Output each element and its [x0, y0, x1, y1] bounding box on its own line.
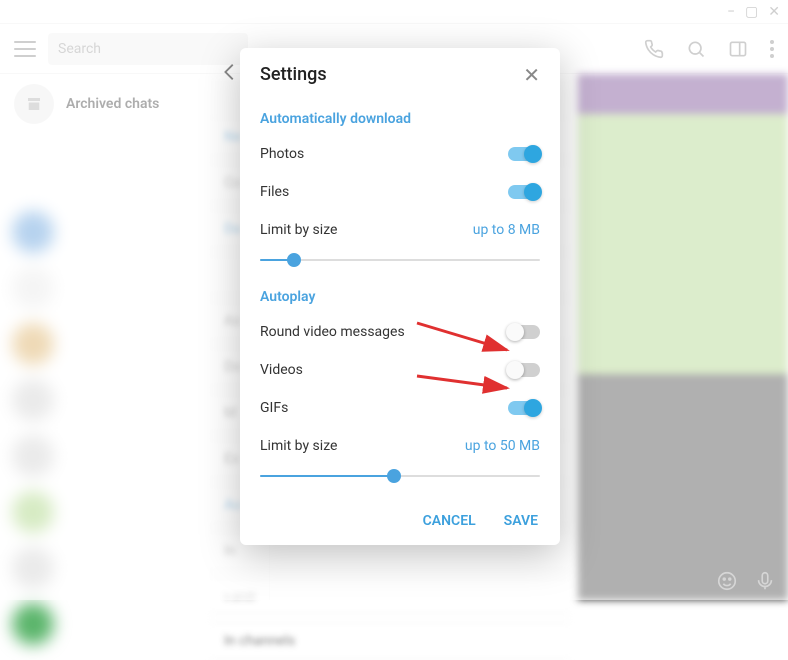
bg-text: In channels [210, 622, 570, 660]
list-item [0, 596, 210, 652]
settings-modal-container: Settings ✕ Automatically download Photos… [210, 48, 580, 96]
label-gifs: GIFs [260, 400, 288, 416]
row-videos: Videos [260, 351, 540, 389]
row-photos: Photos [260, 135, 540, 173]
modal-title: Settings [260, 64, 327, 85]
label-round-video: Round video messages [260, 324, 405, 340]
close-icon[interactable]: ✕ [523, 65, 540, 85]
row-gifs: GIFs [260, 389, 540, 427]
slider-download-limit[interactable] [260, 251, 540, 269]
label-photos: Photos [260, 146, 304, 162]
toggle-videos[interactable] [508, 363, 540, 377]
label-videos: Videos [260, 362, 303, 378]
value-limit-autoplay: up to 50 MB [465, 438, 540, 454]
settings-modal: Settings ✕ Automatically download Photos… [240, 48, 560, 545]
section-autoplay: Autoplay [260, 279, 540, 313]
section-auto-download: Automatically download [260, 101, 540, 135]
toggle-files[interactable] [508, 185, 540, 199]
toggle-round-video[interactable] [508, 325, 540, 339]
row-limit-download: Limit by size up to 8 MB [260, 211, 540, 249]
toggle-photos[interactable] [508, 147, 540, 161]
slider-autoplay-limit[interactable] [260, 467, 540, 485]
label-files: Files [260, 184, 289, 200]
value-limit-download: up to 8 MB [473, 222, 540, 238]
cancel-button[interactable]: CANCEL [423, 513, 476, 529]
row-files: Files [260, 173, 540, 211]
toggle-gifs[interactable] [508, 401, 540, 415]
save-button[interactable]: SAVE [504, 513, 538, 529]
label-limit-size-2: Limit by size [260, 438, 337, 454]
row-limit-autoplay: Limit by size up to 50 MB [260, 427, 540, 465]
label-limit-size: Limit by size [260, 222, 337, 238]
row-round-video: Round video messages [260, 313, 540, 351]
